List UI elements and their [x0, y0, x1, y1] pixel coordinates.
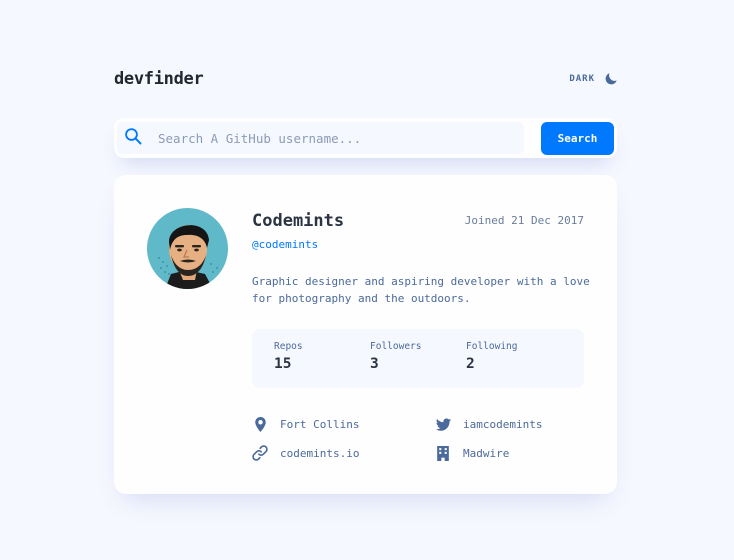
search-icon — [124, 127, 142, 149]
devfinder-app: devfinder DARK Search A GitHub username.… — [114, 66, 617, 494]
stat-repos: Repos 15 — [274, 341, 370, 388]
app-logo: devfinder — [114, 69, 204, 89]
stat-label: Repos — [274, 341, 303, 352]
stat-label: Followers — [370, 341, 422, 352]
stat-value: 2 — [466, 356, 475, 372]
stat-label: Following — [466, 341, 518, 352]
stat-following: Following 2 — [466, 341, 562, 388]
profile-login-link[interactable]: @codemints — [252, 238, 318, 251]
avatar — [147, 208, 228, 289]
link-icon — [252, 445, 268, 461]
link-twitter[interactable]: iamcodemints — [435, 416, 542, 432]
link-company: Madwire — [435, 445, 509, 461]
theme-toggle-button[interactable]: DARK — [569, 70, 617, 89]
stat-value: 3 — [370, 356, 379, 372]
link-blog[interactable]: codemints.io — [252, 445, 359, 461]
search-field — [117, 122, 524, 154]
stat-followers: Followers 3 — [370, 341, 466, 388]
app-header: devfinder DARK — [114, 66, 617, 92]
profile-bio: Graphic designer and aspiring developer … — [252, 275, 590, 305]
profile-name: Codemints — [252, 211, 345, 231]
profile-joined-date: Joined 21 Dec 2017 — [464, 214, 584, 227]
stat-value: 15 — [274, 356, 292, 372]
blog-text: codemints.io — [280, 446, 360, 460]
location-pin-icon — [252, 416, 268, 432]
search-input[interactable] — [158, 130, 498, 146]
moon-icon — [605, 70, 617, 89]
search-button[interactable]: Search — [541, 121, 614, 155]
search-bar: Search — [114, 118, 617, 158]
location-text: Fort Collins — [280, 417, 360, 431]
link-location: Fort Collins — [252, 416, 359, 432]
profile-card: Codemints Joined 21 Dec 2017 @codemints … — [114, 175, 617, 494]
company-text: Madwire — [463, 446, 510, 460]
twitter-text: iamcodemints — [463, 417, 543, 431]
profile-stats: Repos 15 Followers 3 Following 2 — [252, 329, 584, 388]
theme-toggle-label: DARK — [569, 74, 595, 84]
twitter-icon — [435, 416, 451, 432]
building-icon — [435, 445, 451, 461]
